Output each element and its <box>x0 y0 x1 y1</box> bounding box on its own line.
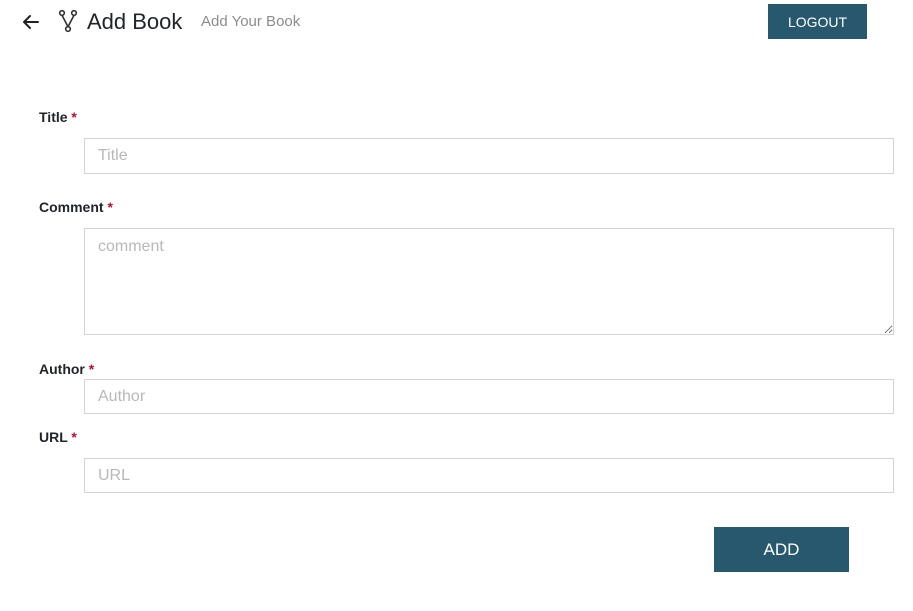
url-label: URL * <box>39 429 77 445</box>
comment-textarea[interactable] <box>84 228 894 335</box>
title-label: Title * <box>39 109 77 125</box>
comment-label: Comment * <box>39 199 113 215</box>
title-input[interactable] <box>84 138 894 174</box>
author-label-text: Author <box>39 361 85 377</box>
url-label-text: URL <box>39 429 68 445</box>
fork-branch-icon <box>57 9 79 33</box>
required-marker: * <box>71 429 77 445</box>
required-marker: * <box>107 199 113 215</box>
logout-button[interactable]: LOGOUT <box>768 4 867 39</box>
required-marker: * <box>88 361 95 377</box>
arrow-left-icon <box>23 15 39 29</box>
page-subtitle: Add Your Book <box>201 13 301 30</box>
add-button[interactable]: ADD <box>714 527 849 572</box>
author-input[interactable] <box>84 379 894 414</box>
author-label: Author * <box>39 361 94 377</box>
title-label-text: Title <box>39 109 68 125</box>
url-input[interactable] <box>84 458 894 493</box>
page-title: Add Book <box>87 9 183 34</box>
required-marker: * <box>71 109 77 125</box>
comment-label-text: Comment <box>39 199 104 215</box>
back-button[interactable] <box>18 9 44 35</box>
